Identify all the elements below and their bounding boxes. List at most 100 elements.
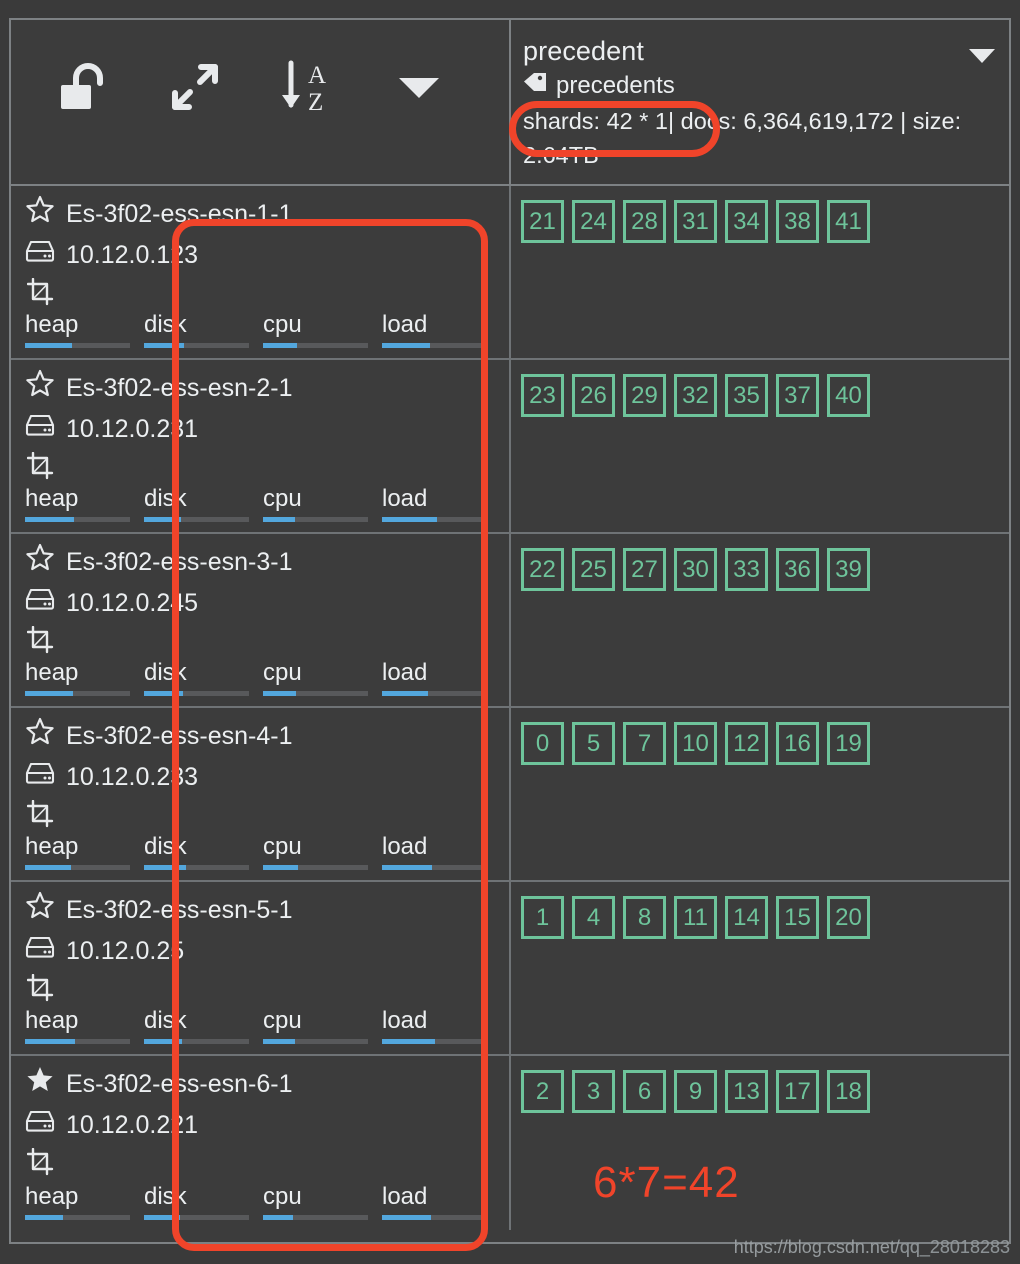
metric-bar-fill <box>25 517 75 522</box>
shard-badge[interactable]: 41 <box>827 200 870 243</box>
star-outline-icon[interactable] <box>25 195 55 233</box>
star-outline-icon[interactable] <box>25 891 55 929</box>
node-cell: Es-3f02-ess-esn-2-1 10.12.0.231 heap disk cp… <box>11 360 511 532</box>
metric-label: load <box>382 311 428 338</box>
node-cell: Es-3f02-ess-esn-4-1 10.12.0.233 heap disk cp… <box>11 708 511 880</box>
metric-bar-fill <box>382 1039 435 1044</box>
shard-badge[interactable]: 5 <box>572 722 615 765</box>
node-ip: 10.12.0.123 <box>66 241 199 269</box>
shard-badge[interactable]: 14 <box>725 896 768 939</box>
shard-badge[interactable]: 17 <box>776 1070 819 1113</box>
shard-badge[interactable]: 34 <box>725 200 768 243</box>
shard-cell: 21 24 28 31 34 38 41 <box>511 186 1009 358</box>
shard-badge[interactable]: 25 <box>572 548 615 591</box>
shard-badge[interactable]: 11 <box>674 896 717 939</box>
chevron-down-icon[interactable] <box>363 58 475 116</box>
shard-badge[interactable]: 35 <box>725 374 768 417</box>
shard-badge[interactable]: 1 <box>521 896 564 939</box>
metric-bar-track <box>263 691 368 696</box>
shard-cell: 22 25 27 30 33 36 39 <box>511 534 1009 706</box>
metric-load: load <box>382 1007 501 1044</box>
sort-az-icon[interactable]: A Z <box>251 58 363 116</box>
metric-label: load <box>382 659 428 686</box>
shard-badge[interactable]: 7 <box>623 722 666 765</box>
node-rows: Es-3f02-ess-esn-1-1 10.12.0.123 heap disk cp… <box>11 186 1009 1242</box>
shard-badge[interactable]: 18 <box>827 1070 870 1113</box>
shard-badge[interactable]: 22 <box>521 548 564 591</box>
shard-list: 2 3 6 9 13 17 18 <box>521 1070 1009 1113</box>
node-ip-row: 10.12.0.123 <box>25 238 509 272</box>
crop-icon[interactable] <box>26 1147 55 1181</box>
unlock-icon[interactable] <box>27 58 139 116</box>
shard-badge[interactable]: 0 <box>521 722 564 765</box>
metric-bar-fill <box>25 1215 63 1220</box>
node-role-badges <box>25 973 509 1007</box>
shard-badge[interactable]: 32 <box>674 374 717 417</box>
node-role-badges <box>25 1147 509 1181</box>
shard-badge[interactable]: 6 <box>623 1070 666 1113</box>
shard-badge[interactable]: 23 <box>521 374 564 417</box>
metric-bar-track <box>144 1039 249 1044</box>
index-stats: shards: 42 * 1| docs: 6,364,619,172 | si… <box>523 108 962 168</box>
star-filled-icon[interactable] <box>25 1065 55 1103</box>
shard-badge[interactable]: 30 <box>674 548 717 591</box>
metric-bar-fill <box>25 691 74 696</box>
shard-badge[interactable]: 4 <box>572 896 615 939</box>
server-icon <box>25 238 55 272</box>
crop-icon[interactable] <box>26 973 55 1007</box>
caret-down-icon[interactable] <box>967 46 997 71</box>
screenshot-root: A Z precedent precedents shards: 42 * 1|… <box>0 0 1020 1264</box>
shard-badge[interactable]: 39 <box>827 548 870 591</box>
metric-label: disk <box>144 1183 187 1210</box>
shard-badge[interactable]: 13 <box>725 1070 768 1113</box>
metric-bar-track <box>144 691 249 696</box>
shard-badge[interactable]: 16 <box>776 722 819 765</box>
metric-load: load <box>382 1183 501 1220</box>
metric-bar-track <box>144 1215 249 1220</box>
shard-badge[interactable]: 37 <box>776 374 819 417</box>
crop-icon[interactable] <box>26 277 55 311</box>
metric-disk: disk <box>144 833 263 870</box>
metric-label: load <box>382 833 428 860</box>
shard-badge[interactable]: 12 <box>725 722 768 765</box>
shard-cell: 0 5 7 10 12 16 19 <box>511 708 1009 880</box>
shard-badge[interactable]: 19 <box>827 722 870 765</box>
shard-cell: 2 3 6 9 13 17 18 6*7=42 <box>511 1056 1009 1230</box>
metric-bar-fill <box>382 1215 432 1220</box>
shard-badge[interactable]: 3 <box>572 1070 615 1113</box>
shard-badge[interactable]: 9 <box>674 1070 717 1113</box>
shard-badge[interactable]: 29 <box>623 374 666 417</box>
crop-icon[interactable] <box>26 451 55 485</box>
metric-bar-track <box>263 343 368 348</box>
shard-badge[interactable]: 24 <box>572 200 615 243</box>
shard-badge[interactable]: 38 <box>776 200 819 243</box>
shard-badge[interactable]: 31 <box>674 200 717 243</box>
star-outline-icon[interactable] <box>25 369 55 407</box>
shard-badge[interactable]: 28 <box>623 200 666 243</box>
shard-badge[interactable]: 36 <box>776 548 819 591</box>
shard-badge[interactable]: 26 <box>572 374 615 417</box>
table-row: Es-3f02-ess-esn-2-1 10.12.0.231 heap disk cp… <box>11 360 1009 534</box>
crop-icon[interactable] <box>26 625 55 659</box>
node-ip-row: 10.12.0.231 <box>25 412 509 446</box>
shard-badge[interactable]: 10 <box>674 722 717 765</box>
node-title-row: Es-3f02-ess-esn-5-1 <box>25 891 509 929</box>
shard-badge[interactable]: 2 <box>521 1070 564 1113</box>
shard-badge[interactable]: 33 <box>725 548 768 591</box>
shard-badge[interactable]: 21 <box>521 200 564 243</box>
crop-icon[interactable] <box>26 799 55 833</box>
panel-header: A Z precedent precedents shards: 42 * 1|… <box>11 20 1009 186</box>
shard-badge[interactable]: 15 <box>776 896 819 939</box>
metric-load: load <box>382 833 501 870</box>
expand-icon[interactable] <box>139 58 251 116</box>
shard-badge[interactable]: 8 <box>623 896 666 939</box>
shard-badge[interactable]: 20 <box>827 896 870 939</box>
index-info: precedent precedents shards: 42 * 1| doc… <box>511 20 1009 184</box>
shard-badge[interactable]: 40 <box>827 374 870 417</box>
shard-badge[interactable]: 27 <box>623 548 666 591</box>
metric-cpu: cpu <box>263 485 382 522</box>
metric-label: heap <box>25 833 79 860</box>
metric-heap: heap <box>25 485 144 522</box>
star-outline-icon[interactable] <box>25 543 55 581</box>
star-outline-icon[interactable] <box>25 717 55 755</box>
